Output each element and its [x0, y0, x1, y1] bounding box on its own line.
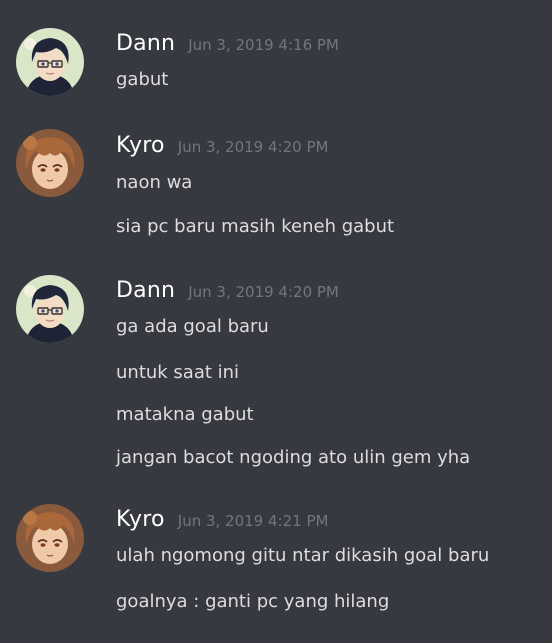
anime-girl-brown-hair-avatar-icon [16, 504, 84, 572]
message-text: ulah ngomong gitu ntar dikasih goal baru [116, 545, 490, 566]
avatar[interactable] [16, 28, 84, 96]
username[interactable]: Dann [116, 31, 175, 56]
avatar[interactable] [16, 504, 84, 572]
avatar[interactable] [16, 129, 84, 197]
message-text: gabut [116, 69, 169, 90]
message-header: Kyro Jun 3, 2019 4:20 PM [116, 133, 328, 163]
timestamp[interactable]: Jun 3, 2019 4:20 PM [188, 283, 339, 301]
message-text: matakna gabut [116, 404, 254, 425]
username[interactable]: Kyro [116, 507, 165, 532]
message-text: jangan bacot ngoding ato ulin gem yha [116, 447, 471, 468]
timestamp[interactable]: Jun 3, 2019 4:16 PM [188, 36, 339, 54]
message-text: naon wa [116, 172, 193, 193]
timestamp[interactable]: Jun 3, 2019 4:21 PM [178, 512, 329, 530]
message-header: Dann Jun 3, 2019 4:16 PM [116, 31, 339, 61]
anime-girl-brown-hair-avatar-icon [16, 129, 84, 197]
username[interactable]: Dann [116, 278, 175, 303]
message-text: sia pc baru masih keneh gabut [116, 216, 395, 237]
message-header: Dann Jun 3, 2019 4:20 PM [116, 278, 339, 308]
anime-boy-glasses-avatar-icon [16, 275, 84, 343]
message-text: untuk saat ini [116, 362, 240, 383]
timestamp[interactable]: Jun 3, 2019 4:20 PM [178, 138, 329, 156]
message-text: ga ada goal baru [116, 316, 269, 337]
avatar[interactable] [16, 275, 84, 343]
username[interactable]: Kyro [116, 133, 165, 158]
message-text: goalnya : ganti pc yang hilang [116, 591, 390, 612]
message-header: Kyro Jun 3, 2019 4:21 PM [116, 507, 328, 537]
anime-boy-glasses-avatar-icon [16, 28, 84, 96]
